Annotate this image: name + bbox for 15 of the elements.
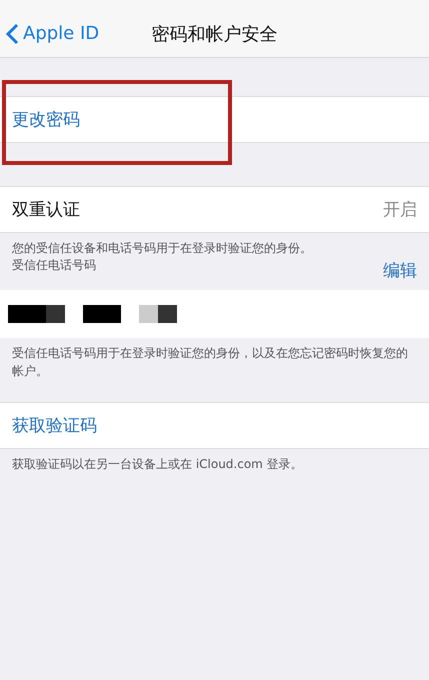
two-factor-label: 双重认证: [12, 199, 80, 221]
change-password-link[interactable]: 更改密码: [12, 108, 80, 131]
get-code-note: 获取验证码以在另一台设备上或在 iCloud.com 登录。: [11, 456, 304, 473]
section-header: 受信任电话号码: [12, 257, 96, 274]
two-factor-status: 开启: [383, 199, 417, 221]
trusted-number-note: 受信任电话号码用于在登录时验证您的身份，以及在您忘记密码时恢复您的帐户。: [11, 345, 409, 380]
redaction-mark: [139, 305, 177, 323]
get-code-link[interactable]: 获取验证码: [12, 414, 97, 437]
redaction-mark: [8, 305, 65, 323]
chevron-left-icon: [6, 22, 19, 44]
redaction-mark: [83, 305, 121, 323]
back-button[interactable]: Apple ID: [0, 22, 106, 46]
two-factor-note: 您的受信任设备和电话号码用于在登录时验证您的身份。: [11, 240, 313, 257]
edit-link[interactable]: 编辑: [383, 259, 417, 282]
screen-title: 密码和帐户安全: [152, 22, 278, 46]
